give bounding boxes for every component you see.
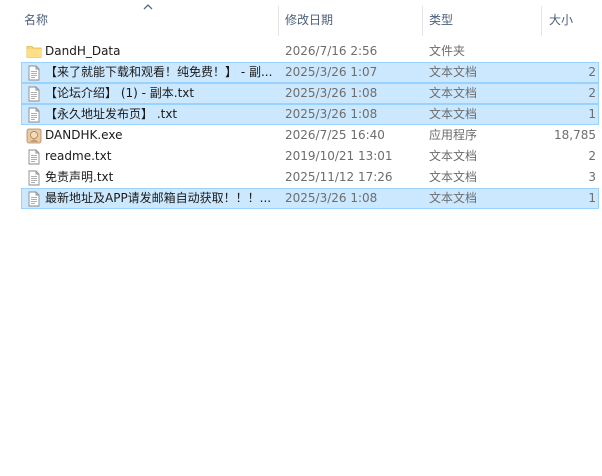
file-size: 3 (588, 170, 596, 184)
file-name: 【来了就能下载和观看！纯免费！】 - 副... (45, 65, 273, 79)
text-document-icon (26, 105, 42, 124)
file-name: DANDHK.exe (45, 128, 123, 142)
file-list: DandH_Data 2026/7/16 2:56 文件夹【来了就能下载和观看！纯免… (21, 41, 599, 209)
file-modified-date: 2025/3/26 1:08 (285, 191, 378, 205)
file-row[interactable]: DANDHK.exe 2026/7/25 16:40 应用程序 18,785 (21, 125, 599, 146)
file-modified-date: 2019/10/21 13:01 (285, 149, 393, 163)
file-type: 文本文档 (429, 149, 478, 163)
file-size: 2 (588, 86, 596, 100)
file-type: 文本文档 (429, 65, 478, 79)
file-modified-date: 2025/3/26 1:07 (285, 65, 378, 79)
file-row[interactable]: 【来了就能下载和观看！纯免费！】 - 副... 2025/3/26 1:07 文本文… (21, 62, 599, 83)
file-row[interactable]: DandH_Data 2026/7/16 2:56 文件夹 (21, 41, 599, 62)
file-row[interactable]: 【论坛介绍】 (1) - 副本.txt 2025/3/26 1:08 文本文档 2 (21, 83, 599, 104)
file-type: 文件夹 (429, 44, 466, 58)
file-name: 免责声明.txt (45, 170, 114, 184)
text-document-icon (26, 63, 42, 82)
application-icon (26, 126, 42, 145)
file-size: 1 (588, 191, 596, 205)
file-name: readme.txt (45, 149, 112, 163)
file-modified-date: 2026/7/16 2:56 (285, 44, 378, 58)
file-name: DandH_Data (45, 44, 121, 58)
text-document-icon (26, 147, 42, 166)
text-document-icon (26, 189, 42, 208)
column-header-date[interactable]: 修改日期 (279, 0, 423, 40)
text-document-icon (26, 168, 42, 187)
folder-icon (26, 42, 42, 61)
file-size: 2 (588, 149, 596, 163)
file-modified-date: 2025/11/12 17:26 (285, 170, 393, 184)
file-modified-date: 2025/3/26 1:08 (285, 86, 378, 100)
column-header-name[interactable]: 名称 (0, 0, 279, 40)
file-name: 【论坛介绍】 (1) - 副本.txt (45, 86, 195, 100)
file-name: 最新地址及APP请发邮箱自动获取！！！... (45, 191, 272, 205)
file-row[interactable]: 免责声明.txt 2025/11/12 17:26 文本文档 3 (21, 167, 599, 188)
file-type: 应用程序 (429, 128, 478, 142)
text-document-icon (26, 84, 42, 103)
file-type: 文本文档 (429, 86, 478, 100)
file-row[interactable]: 最新地址及APP请发邮箱自动获取！！！... 2025/3/26 1:08 文本文档… (21, 188, 599, 209)
column-header-type[interactable]: 类型 (423, 0, 542, 40)
column-header-size[interactable]: 大小 (542, 0, 602, 40)
file-size: 2 (588, 65, 596, 79)
sort-up-chevron-icon (143, 4, 153, 10)
file-type: 文本文档 (429, 170, 478, 184)
file-type: 文本文档 (429, 107, 478, 121)
file-row[interactable]: 【永久地址发布页】 .txt 2025/3/26 1:08 文本文档 1 (21, 104, 599, 125)
file-modified-date: 2025/3/26 1:08 (285, 107, 378, 121)
file-type: 文本文档 (429, 191, 478, 205)
file-size: 18,785 (554, 128, 596, 142)
file-size (540, 42, 596, 61)
file-explorer-window: 名称 修改日期 类型 大小 DandH_Data 2026/7/16 2:56 文件… (0, 0, 602, 476)
file-name: 【永久地址发布页】 .txt (45, 107, 178, 121)
file-modified-date: 2026/7/25 16:40 (285, 128, 385, 142)
file-row[interactable]: readme.txt 2019/10/21 13:01 文本文档 2 (21, 146, 599, 167)
file-size: 1 (588, 107, 596, 121)
column-header-row: 名称 修改日期 类型 大小 (0, 0, 602, 40)
